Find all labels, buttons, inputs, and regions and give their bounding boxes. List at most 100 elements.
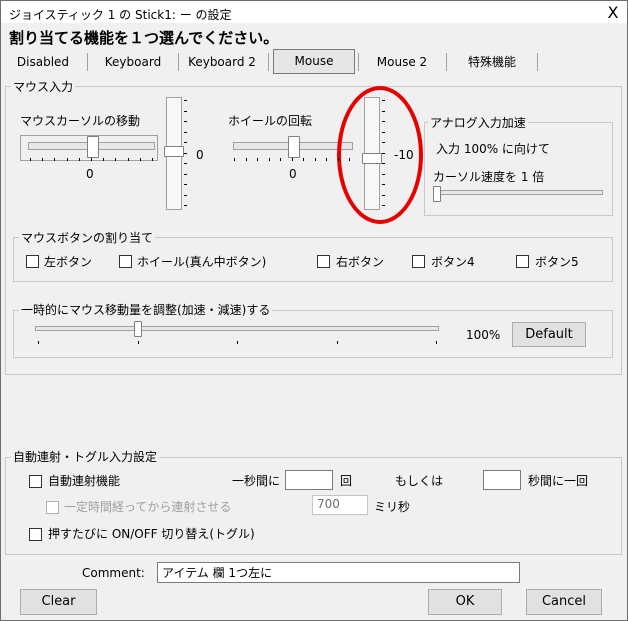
title-bar: ジョイスティック 1 の Stick1: ー の設定 X: [1, 1, 627, 23]
tick-mark: [78, 158, 80, 161]
temp-adjust-thumb[interactable]: [134, 321, 142, 337]
tick-mark: [184, 100, 187, 101]
tick-mark: [66, 158, 68, 161]
tick-mark: [184, 121, 187, 122]
wheel-button-checkbox[interactable]: [119, 255, 132, 268]
right-button-label: 右ボタン: [336, 255, 385, 269]
tick-mark: [291, 158, 293, 161]
tick-mark: [382, 142, 385, 143]
tick-mark: [184, 173, 187, 175]
tick-mark: [115, 158, 117, 161]
tick-mark: [137, 341, 139, 344]
delay-input[interactable]: 700: [312, 495, 368, 515]
page-heading: 割り当てる機能を１つ選んでください。: [9, 29, 279, 47]
auto-fire-checkbox[interactable]: [29, 475, 42, 488]
per-second-input[interactable]: [285, 470, 333, 490]
tick-mark: [326, 158, 327, 161]
close-icon[interactable]: X: [599, 2, 627, 24]
tick-mark: [382, 121, 385, 122]
wheel-horizontal-thumb[interactable]: [288, 136, 300, 158]
tab-separator: [446, 53, 447, 71]
cursor-vertical-thumb[interactable]: [164, 146, 184, 157]
cursor-move-label: マウスカーソルの移動: [20, 114, 141, 128]
comment-label: Comment:: [82, 566, 145, 580]
tick-mark: [382, 152, 385, 154]
wheel-h-value: 0: [289, 167, 297, 181]
tab-keyboard-2[interactable]: Keyboard 2: [182, 51, 262, 73]
tick-mark: [257, 158, 258, 161]
tick-mark: [234, 158, 235, 161]
default-button[interactable]: Default: [512, 322, 586, 347]
toggle-label: 押すたびに ON/OFF 切り替え(トグル): [48, 527, 255, 541]
tick-mark: [91, 158, 92, 161]
wheel-button-label: ホイール(真ん中ボタン): [137, 255, 267, 269]
button5-label: ボタン5: [535, 255, 579, 269]
tick-mark: [382, 205, 385, 206]
tick-mark: [382, 194, 385, 196]
tick-mark: [42, 158, 44, 161]
analog-line-2: カーソル速度を 1 倍: [433, 170, 545, 184]
tab-separator: [358, 53, 359, 71]
left-button-checkbox[interactable]: [26, 255, 39, 268]
clear-button[interactable]: Clear: [20, 589, 97, 615]
tick-mark: [382, 131, 385, 133]
tick-mark: [184, 205, 187, 206]
cancel-button[interactable]: Cancel: [526, 589, 602, 615]
tick-mark: [38, 341, 39, 344]
cursor-v-value: 0: [196, 148, 204, 162]
tab-keyboard[interactable]: Keyboard: [94, 51, 172, 73]
toggle-checkbox[interactable]: [29, 528, 42, 541]
tick-mark: [382, 100, 385, 101]
tick-mark: [280, 158, 281, 161]
tick-mark: [184, 152, 187, 154]
tick-mark: [336, 341, 338, 344]
per-second-label: 一秒間に: [232, 474, 281, 488]
tick-mark: [382, 110, 385, 112]
cursor-horizontal-thumb[interactable]: [87, 136, 99, 158]
tick-mark: [103, 158, 105, 161]
analog-line-1: 入力 100% に向けて: [436, 142, 550, 156]
seconds-input[interactable]: [483, 470, 521, 490]
tick-mark: [337, 158, 339, 161]
seconds-label: 秒間に一回: [528, 474, 589, 488]
mouse-button-group-label: マウスボタンの割り当て: [19, 231, 156, 245]
tick-mark: [152, 158, 153, 161]
tab-mouse[interactable]: Mouse: [273, 49, 355, 74]
analog-accel-group-label: アナログ入力加速: [428, 116, 528, 130]
button4-checkbox[interactable]: [412, 255, 425, 268]
tick-mark: [382, 184, 385, 185]
per-second-unit: 回: [340, 474, 353, 488]
tab-separator: [87, 53, 88, 71]
tick-mark: [237, 341, 238, 344]
tick-mark: [184, 110, 187, 112]
tab-special-function[interactable]: 特殊機能: [452, 51, 532, 73]
tick-mark: [184, 142, 187, 143]
tick-mark: [303, 158, 304, 161]
tick-mark: [127, 158, 129, 161]
tick-mark: [184, 194, 187, 196]
ok-button[interactable]: OK: [428, 589, 502, 615]
tab-separator: [537, 53, 538, 71]
tab-separator: [178, 53, 179, 71]
tick-mark: [382, 173, 385, 175]
temp-adjust-slider[interactable]: [35, 326, 439, 331]
tab-disabled[interactable]: Disabled: [9, 51, 77, 73]
button5-checkbox[interactable]: [516, 255, 529, 268]
tick-mark: [382, 163, 385, 164]
highlight-circle: [337, 86, 423, 224]
analog-accel-slider[interactable]: [435, 190, 603, 195]
window-title: ジョイスティック 1 の Stick1: ー の設定: [9, 8, 232, 22]
comment-input[interactable]: アイテム 欄 1つ左に: [157, 562, 520, 583]
tab-mouse-2[interactable]: Mouse 2: [365, 51, 439, 73]
tab-separator: [268, 53, 269, 71]
delay-checkbox[interactable]: [46, 501, 59, 514]
tick-mark: [436, 341, 437, 344]
left-button-label: 左ボタン: [44, 255, 93, 269]
delay-label: 一定時間経ってから連射させる: [64, 500, 232, 514]
tick-mark: [139, 158, 141, 161]
right-button-checkbox[interactable]: [317, 255, 330, 268]
analog-accel-thumb[interactable]: [433, 186, 441, 202]
tick-mark: [314, 158, 316, 161]
tick-mark: [268, 158, 270, 161]
button4-label: ボタン4: [431, 255, 475, 269]
